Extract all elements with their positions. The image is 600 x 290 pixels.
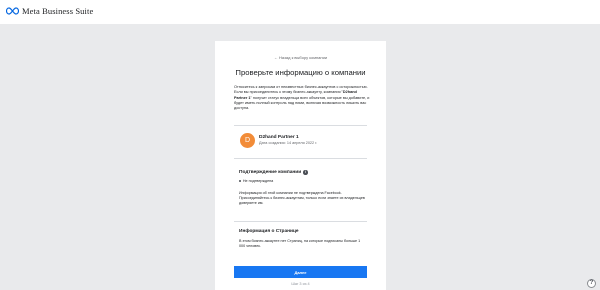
verification-status: Не подтверждена	[239, 179, 273, 183]
pages-info-section-title: Информация о Странице	[239, 229, 299, 234]
top-bar: Meta Business Suite	[0, 0, 600, 24]
warning-text: Относитесь к запросам от неизвестных биз…	[234, 85, 370, 111]
pages-info-description: В этом бизнес-аккаунте нет Страниц, на к…	[239, 239, 361, 248]
warning-text-end: " получит статус владельца всех объектов…	[234, 95, 370, 111]
company-info: D2hand Partner 1 Дата создания: 14 апрел…	[259, 135, 317, 146]
help-icon[interactable]: ?	[587, 279, 596, 288]
company-avatar: D	[240, 133, 255, 148]
verification-status-text: Не подтверждена	[242, 179, 274, 183]
verification-section-title: Подтверждение компании i	[239, 170, 308, 175]
app-title: Meta Business Suite	[22, 6, 94, 16]
next-button[interactable]: Далее	[234, 266, 367, 278]
step-indicator: Шаг 3 из 4	[291, 282, 310, 286]
divider	[234, 158, 367, 159]
info-icon[interactable]: i	[303, 170, 308, 175]
meta-infinity-icon	[6, 7, 19, 15]
verification-description: Информация об этой компании не подтвержд…	[239, 191, 365, 205]
back-to-company-selection-link[interactable]: ← Назад к выбору компании	[215, 55, 386, 60]
verification-title-text: Подтверждение компании	[239, 170, 302, 175]
divider	[234, 221, 367, 222]
company-creation-date: Дата создания: 14 апреля 2022 г.	[259, 141, 318, 145]
app-logo[interactable]: Meta Business Suite	[6, 6, 93, 16]
verification-card: ← Назад к выбору компании Проверьте инфо…	[215, 41, 386, 290]
divider	[234, 125, 367, 126]
pages-info-title-text: Информация о Странице	[239, 229, 299, 234]
page-title: Проверьте информацию о компании	[235, 68, 366, 77]
company-summary: D D2hand Partner 1 Дата создания: 14 апр…	[240, 133, 317, 148]
status-dot-icon	[239, 179, 242, 183]
